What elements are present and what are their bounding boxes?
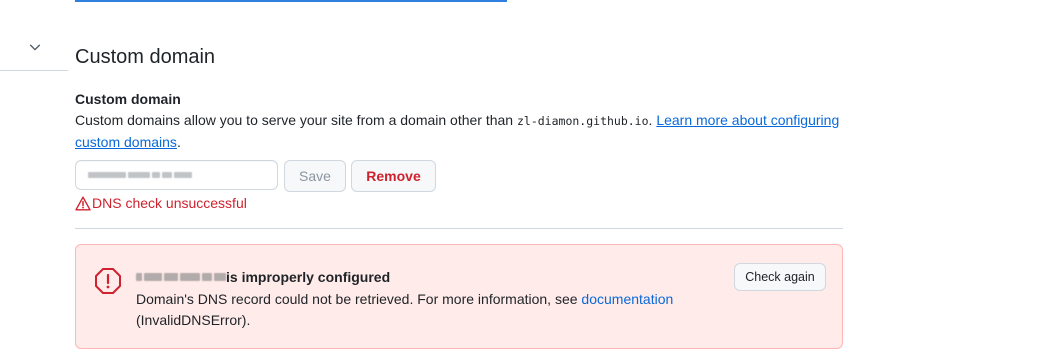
flash-title-suffix: is improperly configured <box>226 269 391 285</box>
flash-body-prefix: Domain's DNS record could not be retriev… <box>136 291 582 307</box>
flash-body-suffix: (InvalidDNSError). <box>136 312 251 328</box>
field-label: Custom domain <box>75 91 181 107</box>
custom-domain-input[interactable] <box>75 160 278 190</box>
top-link-underline[interactable] <box>75 0 507 2</box>
remove-button[interactable]: Remove <box>351 160 436 192</box>
save-button[interactable]: Save <box>284 160 346 192</box>
check-again-button[interactable]: Check again <box>734 263 826 291</box>
input-value-redacted <box>88 172 192 178</box>
collapse-button[interactable] <box>22 34 48 60</box>
section-divider <box>75 228 843 229</box>
description-end: . <box>176 134 181 150</box>
flash-domain-redacted <box>136 273 226 281</box>
alert-icon <box>75 196 91 210</box>
default-domain: zl-diamon.github.io <box>516 114 649 128</box>
description-prefix: Custom domains allow you to serve your s… <box>75 112 517 128</box>
stop-icon <box>95 268 121 294</box>
field-description: Custom domains allow you to serve your s… <box>75 110 855 153</box>
flash-body: Domain's DNS record could not be retriev… <box>136 289 696 331</box>
dns-check-text: DNS check unsuccessful <box>92 195 247 211</box>
chevron-down-icon <box>29 44 41 51</box>
section-title: Custom domain <box>75 46 216 68</box>
left-divider <box>0 70 68 71</box>
flash-title: is improperly configured <box>136 269 390 285</box>
documentation-link[interactable]: documentation <box>581 291 673 307</box>
error-flash: is improperly configured Domain's DNS re… <box>75 244 843 349</box>
dns-check-status: DNS check unsuccessful <box>75 195 247 211</box>
